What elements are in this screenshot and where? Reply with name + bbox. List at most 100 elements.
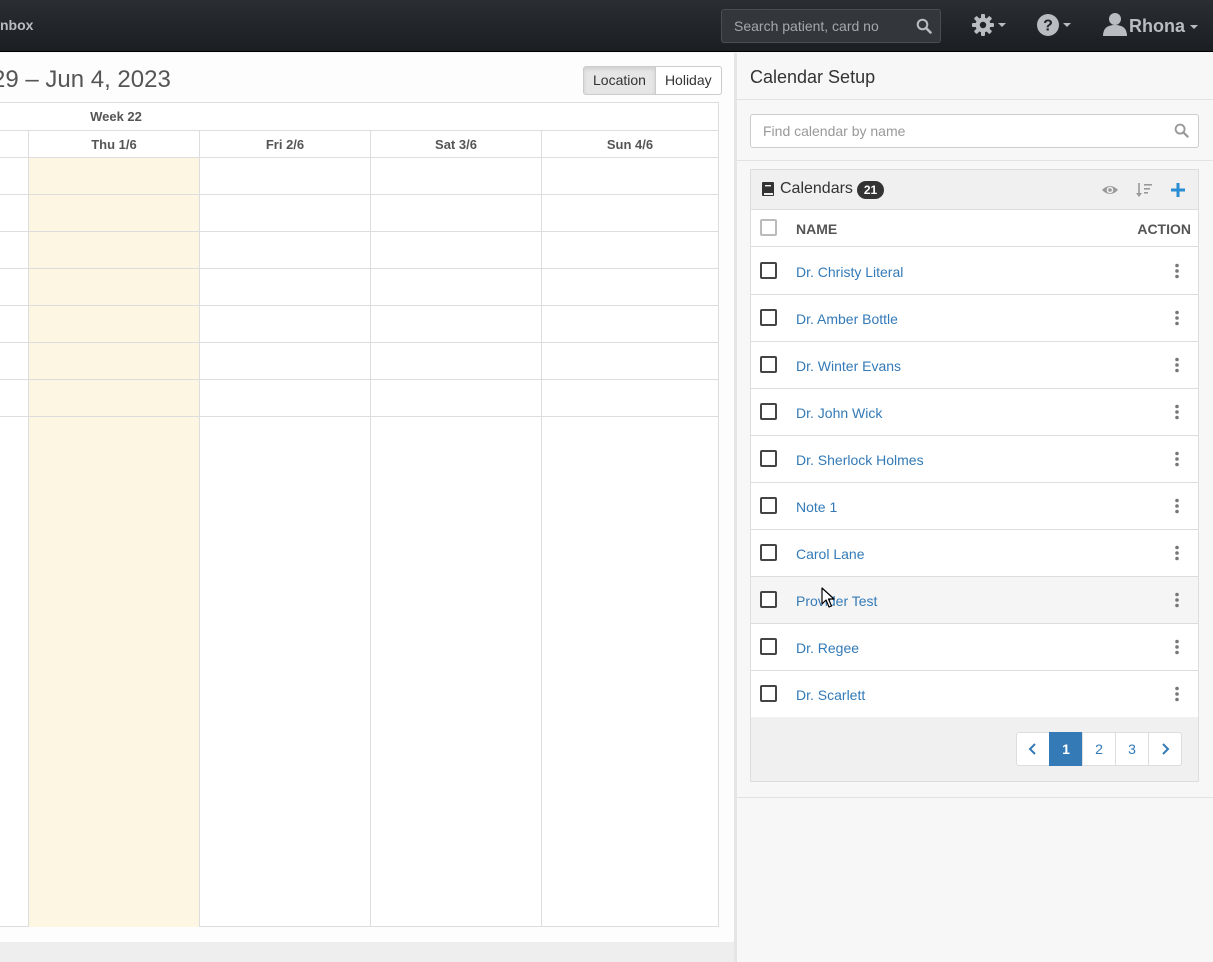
date-range-title: 29 – Jun 4, 2023 <box>0 66 171 93</box>
grid-line <box>0 305 718 306</box>
row-checkbox[interactable] <box>760 356 777 373</box>
week-grid[interactable]: Week 22 Thu 1/6 Fri 2/6 Sat 3/6 Sun 4/6 <box>0 102 719 927</box>
more-options-icon[interactable] <box>1174 545 1180 561</box>
table-row[interactable]: Dr. Regee <box>751 624 1198 671</box>
calendar-name-link[interactable]: Dr. Amber Bottle <box>796 311 898 327</box>
nav-inbox-link[interactable]: nbox <box>0 17 33 33</box>
table-row[interactable]: Dr. Amber Bottle <box>751 295 1198 342</box>
page-3-button[interactable]: 3 <box>1115 732 1149 766</box>
sort-icon[interactable] <box>1135 181 1153 199</box>
calendar-name-link[interactable]: Dr. Christy Literal <box>796 264 903 280</box>
settings-menu[interactable] <box>971 13 1009 37</box>
table-row[interactable]: Note 1 <box>751 483 1198 530</box>
location-button[interactable]: Location <box>583 66 656 95</box>
more-options-icon[interactable] <box>1174 263 1180 279</box>
eye-icon[interactable] <box>1101 181 1119 199</box>
more-options-icon[interactable] <box>1174 639 1180 655</box>
table-row[interactable]: Provider Test <box>751 577 1198 624</box>
row-checkbox[interactable] <box>760 638 777 655</box>
more-options-icon[interactable] <box>1174 592 1180 608</box>
pagination: 1 2 3 <box>1016 732 1182 766</box>
calendar-name-link[interactable]: Dr. John Wick <box>796 405 882 421</box>
day-header-fri: Fri 2/6 <box>265 137 305 152</box>
day-header-sun: Sun 4/6 <box>606 137 654 152</box>
user-icon[interactable] <box>1103 12 1127 36</box>
calendar-name-link[interactable]: Carol Lane <box>796 546 865 562</box>
search-icon[interactable] <box>916 18 932 34</box>
calendar-name-link[interactable]: Dr. Sherlock Holmes <box>796 452 924 468</box>
calendar-name-link[interactable]: Dr. Regee <box>796 640 859 656</box>
day-header-thu: Thu 1/6 <box>91 137 137 152</box>
calendar-footer <box>0 942 734 962</box>
patient-search-input[interactable] <box>722 10 907 42</box>
gear-icon <box>972 14 994 36</box>
more-options-icon[interactable] <box>1174 498 1180 514</box>
setup-title: Calendar Setup <box>750 67 876 87</box>
page-1-button[interactable]: 1 <box>1049 732 1083 766</box>
calendar-name-link[interactable]: Provider Test <box>796 593 877 609</box>
grid-line <box>0 157 718 158</box>
row-checkbox[interactable] <box>760 497 777 514</box>
calendars-title: Calendars <box>780 180 853 197</box>
today-column <box>29 158 199 927</box>
day-header-sat: Sat 3/6 <box>435 137 477 152</box>
table-row[interactable]: Dr. Sherlock Holmes <box>751 436 1198 483</box>
grid-line <box>0 379 718 380</box>
grid-line <box>0 342 718 343</box>
search-icon[interactable] <box>1174 123 1189 138</box>
patient-search <box>721 9 941 43</box>
more-options-icon[interactable] <box>1174 357 1180 373</box>
calendar-name-link[interactable]: Dr. Winter Evans <box>796 358 901 374</box>
row-checkbox[interactable] <box>760 309 777 326</box>
calendar-name-link[interactable]: Note 1 <box>796 499 837 515</box>
row-checkbox[interactable] <box>760 403 777 420</box>
mouse-cursor-icon <box>821 587 835 608</box>
separator <box>737 797 1213 798</box>
table-row[interactable]: Dr. John Wick <box>751 389 1198 436</box>
pagination-footer: 1 2 3 <box>751 717 1198 781</box>
chevron-right-icon <box>1162 743 1170 755</box>
row-checkbox[interactable] <box>760 262 777 279</box>
grid-line <box>0 231 718 232</box>
row-checkbox[interactable] <box>760 544 777 561</box>
grid-line <box>0 194 718 195</box>
add-calendar-icon[interactable] <box>1169 181 1187 199</box>
grid-line <box>0 268 718 269</box>
chevron-left-icon <box>1028 743 1036 755</box>
more-options-icon[interactable] <box>1174 686 1180 702</box>
table-row[interactable]: Carol Lane <box>751 530 1198 577</box>
row-checkbox[interactable] <box>760 591 777 608</box>
row-checkbox[interactable] <box>760 450 777 467</box>
table-row[interactable]: Dr. Winter Evans <box>751 342 1198 389</box>
view-toggle-group: Location Holiday <box>583 66 722 95</box>
next-page-button[interactable] <box>1148 732 1182 766</box>
prev-page-button[interactable] <box>1016 732 1050 766</box>
find-calendar-input[interactable] <box>751 115 1161 147</box>
select-all-checkbox[interactable] <box>760 219 777 236</box>
page-2-button[interactable]: 2 <box>1082 732 1116 766</box>
help-menu[interactable]: ? <box>1036 13 1074 37</box>
chevron-down-icon <box>1063 23 1071 27</box>
more-options-icon[interactable] <box>1174 451 1180 467</box>
week-label: Week 22 <box>90 109 142 124</box>
grid-line <box>370 130 371 927</box>
question-icon: ? <box>1037 14 1059 36</box>
calendar-name-link[interactable]: Dr. Scarlett <box>796 687 865 703</box>
holiday-button[interactable]: Holiday <box>655 66 722 95</box>
table-header: NAME ACTION <box>751 210 1198 247</box>
user-menu[interactable]: Rhona <box>1129 16 1198 37</box>
book-icon <box>762 182 774 196</box>
grid-line <box>0 416 718 417</box>
separator <box>737 99 1213 100</box>
column-header-action: ACTION <box>1137 221 1191 237</box>
calendars-panel: Calendars 21 NAME ACTION Dr. Christy Lit… <box>750 169 1199 782</box>
more-options-icon[interactable] <box>1174 310 1180 326</box>
table-row[interactable]: Dr. Scarlett <box>751 671 1198 718</box>
chevron-down-icon <box>998 23 1006 27</box>
grid-line <box>541 130 542 927</box>
user-name: Rhona <box>1129 16 1185 36</box>
row-checkbox[interactable] <box>760 685 777 702</box>
grid-line <box>28 130 29 927</box>
table-row[interactable]: Dr. Christy Literal <box>751 248 1198 295</box>
more-options-icon[interactable] <box>1174 404 1180 420</box>
